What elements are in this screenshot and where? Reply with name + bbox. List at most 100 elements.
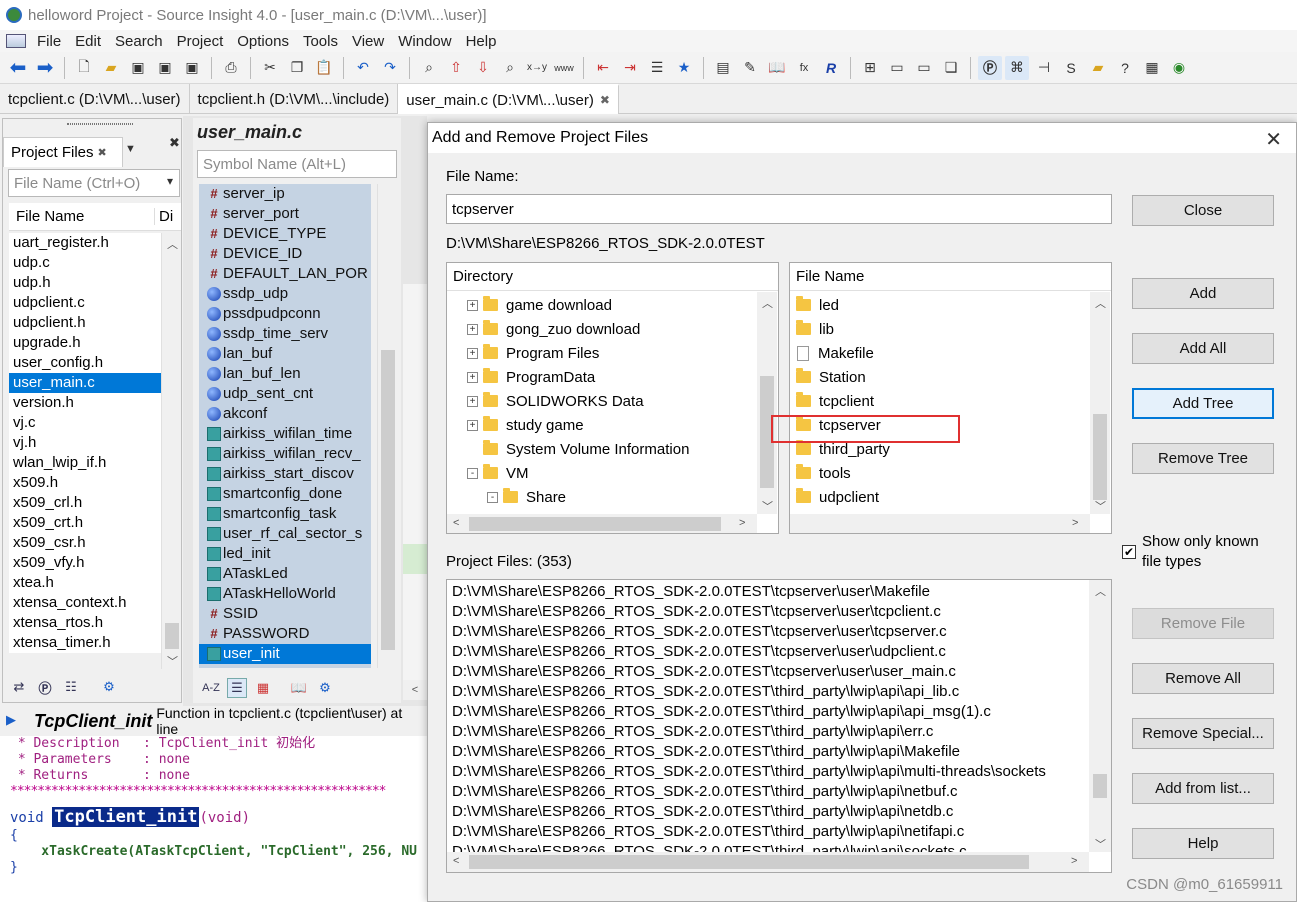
image-icon[interactable]: ▦ <box>1140 56 1164 80</box>
close-button[interactable]: Close <box>1132 195 1274 226</box>
symbol-window-icon[interactable]: ⌘ <box>1005 55 1029 80</box>
symbol-list-item[interactable]: ATaskHelloWorld <box>199 584 371 604</box>
directory-item[interactable]: + study game <box>467 413 584 437</box>
system-menu-icon[interactable] <box>6 34 26 48</box>
directory-item[interactable]: + gong_zuo download <box>467 317 640 341</box>
remove-special-button[interactable]: Remove Special... <box>1132 718 1274 749</box>
project-files-hscrollbar[interactable]: < > <box>447 852 1089 872</box>
scroll-down-icon[interactable]: ﹀ <box>1095 836 1106 852</box>
tab-user-main-c[interactable]: user_main.c (D:\VM\...\user) ✖ <box>398 84 619 114</box>
scroll-down-icon[interactable]: ﹀ <box>1095 498 1106 514</box>
scroll-up-icon[interactable]: ︿ <box>1095 583 1106 599</box>
symbol-list-item[interactable]: # server_ip <box>199 184 371 204</box>
file-list-item[interactable]: wlan_lwip_if.h <box>9 453 161 473</box>
directory-header[interactable]: Directory <box>447 263 778 291</box>
project-file-row[interactable]: D:\VM\Share\ESP8266_RTOS_SDK-2.0.0TEST\t… <box>452 682 1092 702</box>
file-list-item[interactable]: vj.c <box>9 413 161 433</box>
symbol-list-scrollbar[interactable] <box>377 184 397 668</box>
chevron-down-icon[interactable]: ▼ <box>125 143 136 155</box>
menu-project[interactable]: Project <box>170 33 231 50</box>
lock-icon[interactable]: ▤ <box>711 56 735 80</box>
layout-4-icon[interactable]: ❏ <box>939 56 963 80</box>
search-icon[interactable]: ⌕ <box>417 56 441 80</box>
file-item[interactable]: tools <box>796 461 851 485</box>
list-view-icon[interactable]: ☰ <box>227 678 247 698</box>
file-list-item[interactable]: x509.h <box>9 473 161 493</box>
sort-az-icon[interactable]: A-Z <box>201 678 221 698</box>
symbol-list-item[interactable]: airkiss_wifilan_recv_ <box>199 444 371 464</box>
symbol-list-item[interactable]: pssdpudpconn <box>199 304 371 324</box>
menu-file[interactable]: File <box>30 33 68 50</box>
star-icon[interactable]: ★ <box>672 56 696 80</box>
file-list-item[interactable]: upgrade.h <box>9 333 161 353</box>
scroll-right-icon[interactable]: > <box>1072 517 1078 529</box>
project-file-row[interactable]: D:\VM\Share\ESP8266_RTOS_SDK-2.0.0TEST\t… <box>452 642 1092 662</box>
symbol-list-item[interactable]: # SSID <box>199 604 371 624</box>
add-all-button[interactable]: Add All <box>1132 333 1274 364</box>
project-file-row[interactable]: D:\VM\Share\ESP8266_RTOS_SDK-2.0.0TEST\t… <box>452 622 1092 642</box>
list-icon[interactable]: ☷ <box>61 677 81 697</box>
expand-icon[interactable]: + <box>467 395 478 407</box>
file-list-item[interactable]: x509_csr.h <box>9 533 161 553</box>
directory-item[interactable]: + game download <box>467 293 612 317</box>
project-file-row[interactable]: D:\VM\Share\ESP8266_RTOS_SDK-2.0.0TEST\t… <box>452 762 1092 782</box>
symbol-list-item[interactable]: # PASSWORD <box>199 624 371 644</box>
project-file-row[interactable]: D:\VM\Share\ESP8266_RTOS_SDK-2.0.0TEST\t… <box>452 602 1092 622</box>
scroll-down-icon[interactable]: ﹀ <box>167 653 178 669</box>
file-list-item[interactable]: udp.c <box>9 253 161 273</box>
scrollbar-thumb[interactable] <box>469 517 721 531</box>
file-name-input[interactable]: tcpserver <box>446 194 1112 224</box>
directory-hscrollbar[interactable]: < > <box>447 514 757 533</box>
file-item[interactable]: udpclient <box>796 485 879 509</box>
function-icon[interactable]: fx <box>792 56 816 80</box>
scrollbar-thumb[interactable] <box>165 623 179 649</box>
bookmark-list-icon[interactable]: ☰ <box>645 56 669 80</box>
show-known-types-checkbox[interactable]: ✔ <box>1122 545 1136 559</box>
symbol-list-item[interactable]: led_init <box>199 544 371 564</box>
menu-options[interactable]: Options <box>230 33 296 50</box>
settings-icon[interactable]: ⚙ <box>99 677 119 697</box>
symbol-list-item[interactable]: ATaskLed <box>199 564 371 584</box>
project-file-row[interactable]: D:\VM\Share\ESP8266_RTOS_SDK-2.0.0TEST\t… <box>452 662 1092 682</box>
column-directory[interactable]: Di <box>155 208 173 225</box>
file-list-item[interactable]: xtensa_context.h <box>9 593 161 613</box>
replace-icon[interactable]: x→y <box>525 56 549 80</box>
scroll-up-icon[interactable]: ︿ <box>1095 295 1106 311</box>
directory-item[interactable]: System Volume Information <box>467 437 689 461</box>
remove-file-button[interactable]: Remove File <box>1132 608 1274 639</box>
file-list-item[interactable]: xtea.h <box>9 573 161 593</box>
add-tree-button[interactable]: Add Tree <box>1132 388 1274 419</box>
scroll-right-icon[interactable]: > <box>1071 855 1077 867</box>
tab-tcpclient-c[interactable]: tcpclient.c (D:\VM\...\user) <box>0 84 190 114</box>
menu-help[interactable]: Help <box>459 33 504 50</box>
category-icon[interactable]: ▦ <box>253 678 273 698</box>
file-list-item[interactable]: x509_crl.h <box>9 493 161 513</box>
symbol-list-item[interactable]: # DEFAULT_LAN_POR <box>199 264 371 284</box>
file-list-item[interactable]: udpclient.h <box>9 313 161 333</box>
file-list-item[interactable]: udpclient.c <box>9 293 161 313</box>
sync-icon[interactable]: ⇄ <box>9 677 29 697</box>
symbol-list-item[interactable]: ssdp_time_serv <box>199 324 371 344</box>
context-code-view[interactable]: * Description : TcpClient_init 初始化 * Par… <box>0 736 427 902</box>
expand-icon[interactable]: + <box>467 371 478 383</box>
file-list-item[interactable]: xtensa_rtos.h <box>9 613 161 633</box>
scrollbar-thumb[interactable] <box>381 350 395 650</box>
chevron-down-icon[interactable]: ▾ <box>167 174 173 188</box>
redo-icon[interactable]: ↷ <box>378 56 402 80</box>
copy-icon[interactable]: ❐ <box>285 56 309 80</box>
scroll-right-icon[interactable]: > <box>739 517 745 529</box>
open-folder-icon[interactable]: ▰ <box>99 56 123 80</box>
directory-item[interactable]: - Share <box>487 485 566 509</box>
close-icon[interactable]: ✖ <box>98 146 107 159</box>
scroll-left-icon[interactable]: < <box>453 855 459 867</box>
close-icon[interactable]: ✖ <box>600 93 610 107</box>
add-button[interactable]: Add <box>1132 278 1274 309</box>
undo-icon[interactable]: ↶ <box>351 56 375 80</box>
project-icon[interactable]: Ⓟ <box>35 677 55 697</box>
symbol-list-item[interactable]: smartconfig_done <box>199 484 371 504</box>
file-list-hscrollbar[interactable]: > <box>790 514 1090 533</box>
scroll-up-icon[interactable]: ︿ <box>167 236 178 252</box>
symbol-list-item[interactable]: # server_port <box>199 204 371 224</box>
save-icon[interactable]: ▣ <box>126 56 150 80</box>
symbol-list-item[interactable]: airkiss_start_discov <box>199 464 371 484</box>
